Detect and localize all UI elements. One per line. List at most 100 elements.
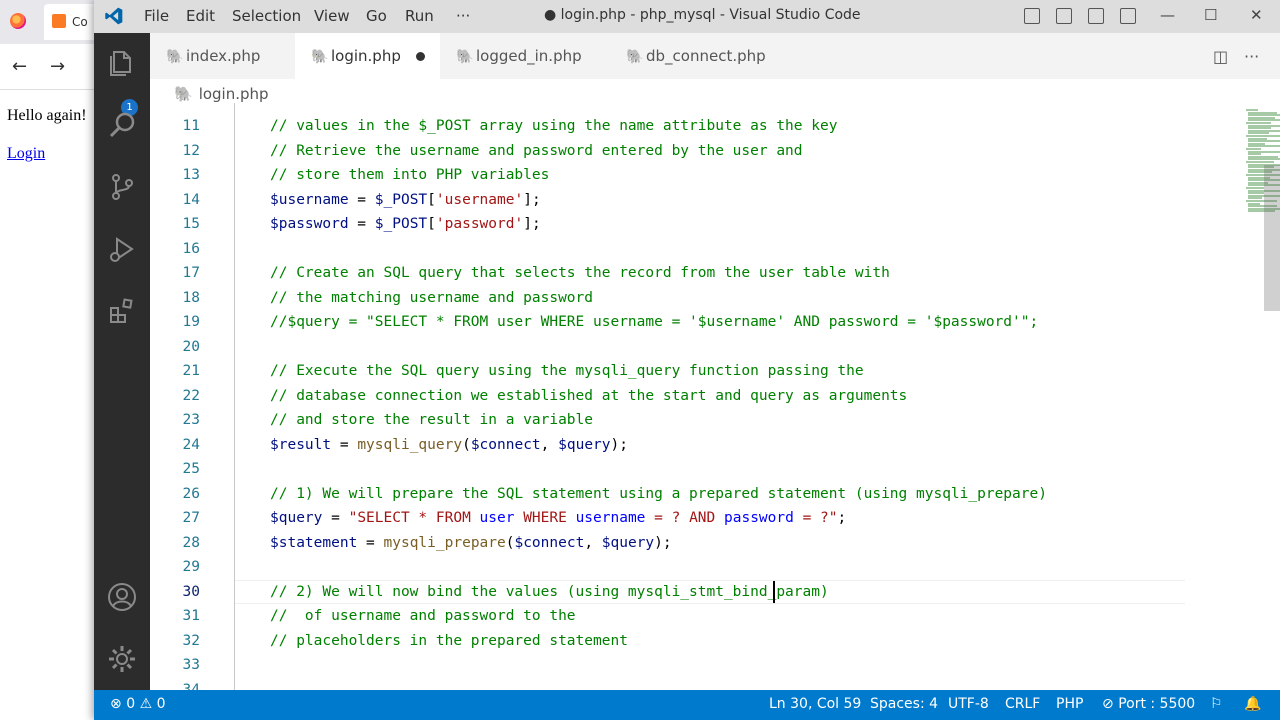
code-line[interactable]: // and store the result in a variable: [235, 408, 1265, 432]
browser-tabbar: Co: [0, 0, 104, 44]
account-icon[interactable]: [106, 581, 138, 613]
code-line[interactable]: $result = mysqli_query($connect, $query)…: [235, 433, 1265, 457]
menu-view[interactable]: View: [314, 7, 350, 25]
code-token: // store them into PHP variables: [270, 167, 550, 183]
line-number: 22: [182, 387, 200, 404]
notifications-bell-icon[interactable]: 🔔: [1244, 696, 1261, 712]
browser-navbar: ← →: [0, 44, 100, 90]
code-token: $query: [270, 510, 323, 526]
customize-layout-icon[interactable]: [1120, 8, 1136, 24]
code-token: // Execute the SQL query using the mysql…: [270, 363, 864, 379]
code-line[interactable]: // values in the $_POST array using the …: [235, 114, 1265, 138]
explorer-icon[interactable]: [106, 47, 138, 79]
tab-index-php[interactable]: 🐘 index.php: [150, 33, 295, 79]
code-line[interactable]: [235, 335, 1265, 359]
minimize-icon[interactable]: —: [1160, 6, 1175, 24]
code-token: ];: [523, 191, 541, 208]
code-line[interactable]: // 1) We will prepare the SQL statement …: [235, 482, 1265, 506]
code-line[interactable]: [235, 237, 1265, 261]
code-token: 'password': [435, 216, 524, 232]
encoding[interactable]: UTF-8: [948, 696, 989, 712]
end-of-line[interactable]: CRLF: [1005, 696, 1040, 712]
close-icon[interactable]: ✕: [1250, 6, 1263, 24]
line-number: 30: [182, 583, 200, 600]
code-line[interactable]: // database connection we established at…: [235, 384, 1265, 408]
line-number: 23: [182, 412, 200, 428]
tab-login-php[interactable]: 🐘 login.php: [295, 33, 440, 79]
cursor-position[interactable]: Ln 30, Col 59: [769, 696, 861, 712]
editor-tabs: 🐘 index.php 🐘 login.php 🐘 logged_in.php 🐘 db…: [150, 33, 1280, 79]
menu-more[interactable]: ···: [456, 7, 470, 25]
indentation[interactable]: Spaces: 4: [870, 696, 938, 712]
line-number: 27: [182, 510, 200, 526]
code-line[interactable]: $password = $_POST['password'];: [235, 212, 1265, 236]
tab-db-connect-php[interactable]: 🐘 db_connect.php: [610, 33, 790, 79]
login-link[interactable]: Login: [7, 145, 45, 163]
code-token: $statement: [270, 534, 358, 551]
forward-arrow-icon[interactable]: →: [50, 56, 65, 77]
toggle-panel-icon[interactable]: [1056, 8, 1072, 24]
problems-indicator[interactable]: ⊗ 0 ⚠ 0: [110, 696, 166, 712]
back-arrow-icon[interactable]: ←: [12, 56, 27, 77]
error-icon: ⊗: [110, 696, 122, 712]
toggle-secondary-sidebar-icon[interactable]: [1088, 8, 1104, 24]
code-line[interactable]: $query = "SELECT * FROM user WHERE usern…: [235, 506, 1265, 530]
menu-edit[interactable]: Edit: [186, 7, 215, 25]
toggle-sidebar-icon[interactable]: [1024, 8, 1040, 24]
code-line[interactable]: // the matching username and password: [235, 286, 1265, 310]
code-editor[interactable]: 11 12 13 14 15 16 17 18 19 20 21 22 23 24 25 26 27 28 29 30…: [150, 103, 1280, 690]
line-number: 12: [182, 142, 200, 159]
code-token: // 2) We will now bind the values (using…: [270, 583, 829, 600]
more-actions-icon[interactable]: ···: [1244, 47, 1259, 66]
split-editor-icon[interactable]: ◫: [1213, 47, 1228, 66]
unsaved-dot-icon[interactable]: [416, 52, 425, 61]
code-token: username: [575, 510, 646, 526]
code-line[interactable]: [235, 678, 1265, 691]
tab-logged-in-php[interactable]: 🐘 logged_in.php: [440, 33, 610, 79]
menu-go[interactable]: Go: [366, 7, 387, 25]
code-line[interactable]: //$query = "SELECT * FROM user WHERE use…: [235, 310, 1265, 334]
php-elephant-icon: 🐘: [166, 49, 184, 65]
line-number: 21: [182, 363, 200, 379]
code-token: = ?": [793, 510, 838, 526]
line-number: 16: [182, 240, 200, 257]
maximize-icon[interactable]: ☐: [1204, 6, 1217, 24]
line-number: 33: [182, 657, 200, 673]
menu-run[interactable]: Run: [405, 7, 434, 25]
run-debug-icon[interactable]: [106, 233, 138, 265]
menu-file[interactable]: File: [144, 7, 169, 25]
live-server-port[interactable]: ⊘ Port : 5500: [1102, 696, 1195, 712]
code-token: // values in the $_POST array using the …: [270, 118, 838, 134]
php-elephant-icon: 🐘: [174, 85, 193, 103]
code-line[interactable]: // store them into PHP variables: [235, 163, 1265, 187]
line-number: 32: [182, 632, 200, 649]
code-token: // placeholders in the prepared statemen…: [270, 632, 628, 649]
vertical-scrollbar[interactable]: [1264, 165, 1280, 311]
code-line[interactable]: // 2) We will now bind the values (using…: [235, 580, 1265, 604]
code-area[interactable]: // values in the $_POST array using the …: [234, 103, 1264, 690]
extensions-icon[interactable]: [106, 295, 138, 327]
settings-gear-icon[interactable]: [106, 643, 138, 675]
feedback-icon[interactable]: ⚐: [1210, 696, 1223, 712]
search-icon[interactable]: [106, 109, 138, 141]
code-token: // Retrieve the username and password en…: [270, 142, 803, 159]
code-token: $_POST: [374, 216, 428, 232]
line-number: 14: [182, 191, 200, 208]
vscode-window: File Edit Selection View Go Run ··· ● lo…: [94, 0, 1280, 720]
code-line[interactable]: [235, 653, 1265, 677]
breadcrumb-file[interactable]: login.php: [199, 85, 269, 103]
source-control-icon[interactable]: [106, 171, 138, 203]
code-line[interactable]: // Retrieve the username and password en…: [235, 139, 1265, 163]
code-line[interactable]: // placeholders in the prepared statemen…: [235, 629, 1265, 653]
code-line[interactable]: // Create an SQL query that selects the …: [235, 261, 1265, 285]
code-line[interactable]: [235, 457, 1265, 481]
code-line[interactable]: // of username and password to the: [235, 604, 1265, 628]
code-line[interactable]: $statement = mysqli_prepare($connect, $q…: [235, 531, 1265, 555]
code-token: (: [462, 436, 471, 453]
language-mode[interactable]: PHP: [1056, 696, 1083, 712]
code-line[interactable]: [235, 555, 1265, 579]
code-token: $password: [270, 216, 349, 232]
menu-selection[interactable]: Selection: [232, 7, 301, 25]
code-line[interactable]: $username = $_POST['username'];: [235, 188, 1265, 212]
code-line[interactable]: // Execute the SQL query using the mysql…: [235, 359, 1265, 383]
